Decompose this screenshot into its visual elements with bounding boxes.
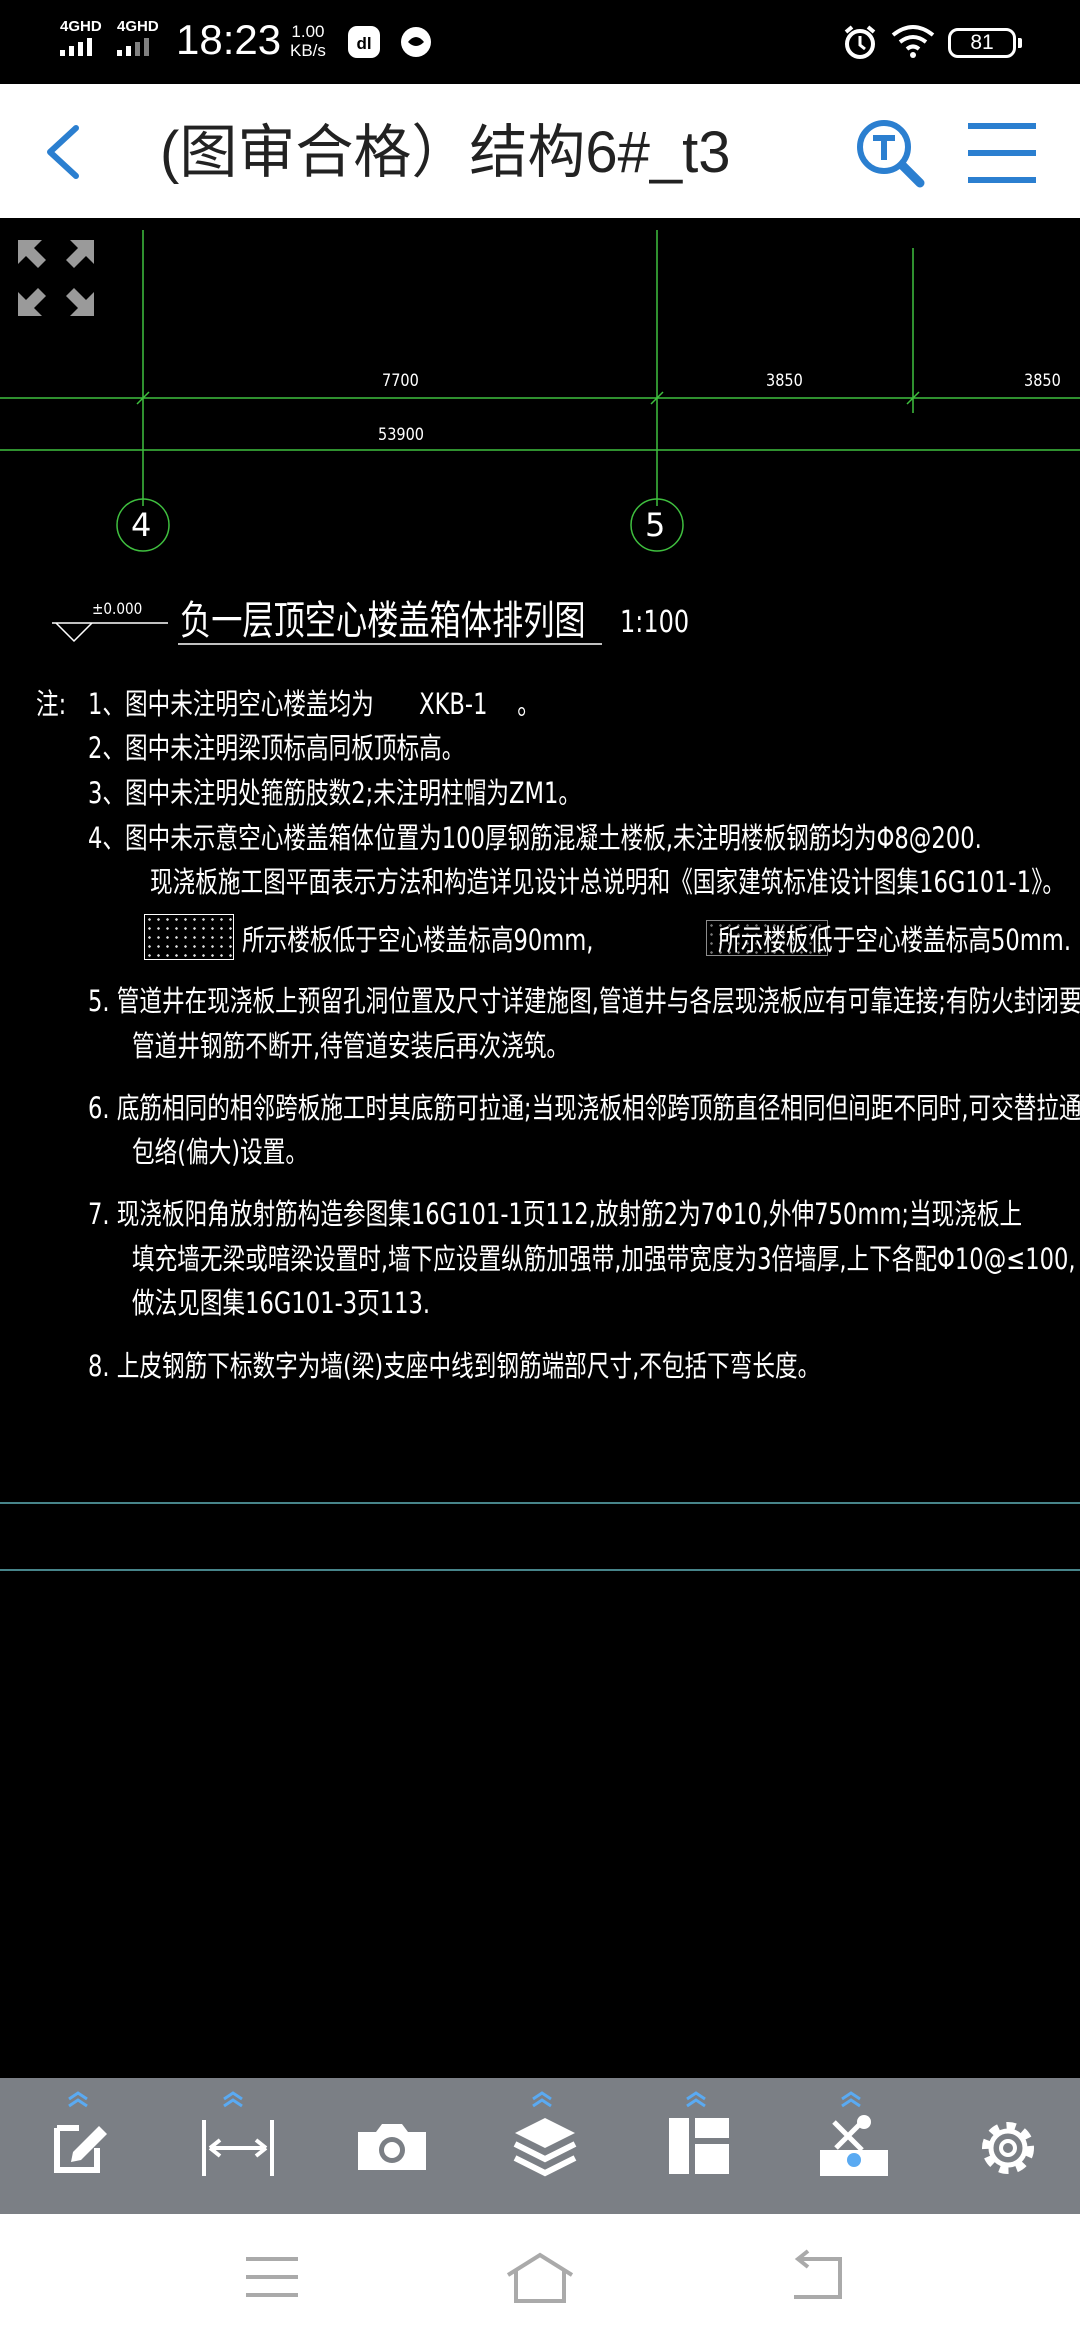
layout-tool-button[interactable] [641,2078,751,2214]
note-line: 4、图中未示意空心楼盖箱体位置为100厚钢筋混凝土楼板,未注明楼板钢筋均为Φ8@… [88,821,982,855]
network-label: 4GHD [117,18,159,35]
signal-icon [117,38,161,56]
fullscreen-button[interactable] [14,236,98,320]
battery-icon: 81 [948,28,1022,58]
notes-prefix: 注: [36,687,67,721]
snapshot-tool-button[interactable] [332,2078,442,2214]
note-line: 5. 管道井在现浇板上预留孔洞位置及尺寸详建施图,管道井与各层现浇板应有可靠连接… [88,984,1080,1018]
status-bar: 4GHD 4GHD 18:23 1.00 KB/s dl 81 [0,0,1080,84]
app-notification-icon: dl [348,26,380,58]
bottom-toolbar [0,2078,1080,2214]
chevron-up-icon [532,2091,552,2108]
legend-text: 低于空心楼盖标高50mm. [810,923,1072,957]
measure-tool-button[interactable] [178,2078,288,2214]
alarm-icon [844,25,876,59]
recent-apps-button[interactable] [222,2247,322,2307]
note-line: 2、图中未注明梁顶标高同板顶标高。 [88,731,465,765]
note-line: 6. 底筋相同的相邻跨板施工时其底筋可拉通;当现浇板相邻跨顶筋直径相同但间距不同… [88,1091,1080,1125]
clock: 18:23 [176,16,282,63]
drawing-scale: 1:100 [620,605,690,640]
layout-icon [669,2118,729,2174]
back-button[interactable] [30,116,100,186]
signal-icon [60,38,104,56]
menu-lines-icon [246,2257,298,2297]
dimension-label: 3850 [766,371,803,391]
drawing-heading: 负一层顶空心楼盖箱体排列图 [180,598,586,644]
layers-tool-button[interactable] [487,2078,597,2214]
note-line: 现浇板施工图平面表示方法和构造详见设计总说明和《国家建筑标准设计图集16G101… [150,865,1066,899]
back-icon [794,2249,842,2299]
text-search-button[interactable] [852,116,928,192]
measure-icon [202,2120,274,2176]
layers-icon [513,2118,577,2177]
network-label: 4GHD [60,18,102,35]
dimension-label: 7700 [382,371,419,391]
gear-icon [982,2122,1034,2174]
note-line: 做法见图集16G101-3页113. [132,1286,431,1320]
back-nav-button[interactable] [770,2247,870,2307]
wifi-icon [891,25,935,58]
axis-label: 5 [645,506,666,544]
dimension-label: 3850 [1024,371,1061,391]
svg-text:dl: dl [356,34,371,53]
home-icon [506,2252,574,2303]
expand-arrows-icon [18,240,94,316]
hatch-legend-90 [144,914,234,960]
axis-label: 4 [131,506,152,544]
document-title: (图审合格）结构6#_t3 [160,120,731,185]
hamburger-menu-icon [968,123,1036,183]
legend-text: 所示楼板低于空心楼盖标高90mm, [242,923,594,957]
chevron-left-icon [47,125,79,179]
annotate-tool-button[interactable] [23,2078,133,2214]
settings-button[interactable] [950,2078,1060,2214]
app-header: (图审合格）结构6#_t3 [0,84,1080,218]
chevron-up-icon [68,2091,88,2108]
chevron-up-icon [841,2091,861,2108]
note-line: 管道井钢筋不断开,待管道安装后再次浇筑。 [132,1029,569,1063]
note-line: 1、图中未注明空心楼盖均为 XKB-1 。 [88,687,540,721]
note-line: 7. 现浇板阳角放射筋构造参图集16G101-1页112,放射筋2为7Φ10,外… [88,1197,1023,1231]
chat-notification-icon [401,27,431,57]
menu-button[interactable] [962,118,1042,188]
home-button[interactable] [490,2247,590,2307]
text-search-icon [857,120,925,188]
legend-text: 所示楼板 [718,923,809,957]
network-speed: 1.00 KB/s [290,22,326,60]
note-line: 填充墙无梁或暗梁设置时,墙下应设置纵筋加强带,加强带宽度为3倍墙厚,上下各配Φ1… [132,1242,1076,1276]
tools-menu-button[interactable] [796,2078,906,2214]
speed-unit: KB/s [290,41,326,60]
tools-icon [820,2115,888,2176]
chevron-up-icon [686,2091,706,2108]
drawing-canvas[interactable]: 7700 3850 3850 53900 4 5 ±0.000 负一层顶空心楼盖… [0,218,1080,2078]
chevron-up-icon [223,2091,243,2108]
camera-icon [358,2124,426,2170]
total-dimension-label: 53900 [378,425,424,445]
speed-value: 1.00 [291,22,325,41]
elevation-mark: ±0.000 [92,599,143,618]
edit-icon [54,2125,107,2173]
note-line: 8. 上皮钢筋下标数字为墙(梁)支座中线到钢筋端部尺寸,不包括下弯长度。 [88,1349,821,1383]
system-nav-bar [0,2214,1080,2340]
note-line: 3、图中未注明处箍筋肢数2;未注明柱帽为ZM1。 [88,776,581,810]
note-line: 包络(偏大)设置。 [132,1135,308,1169]
